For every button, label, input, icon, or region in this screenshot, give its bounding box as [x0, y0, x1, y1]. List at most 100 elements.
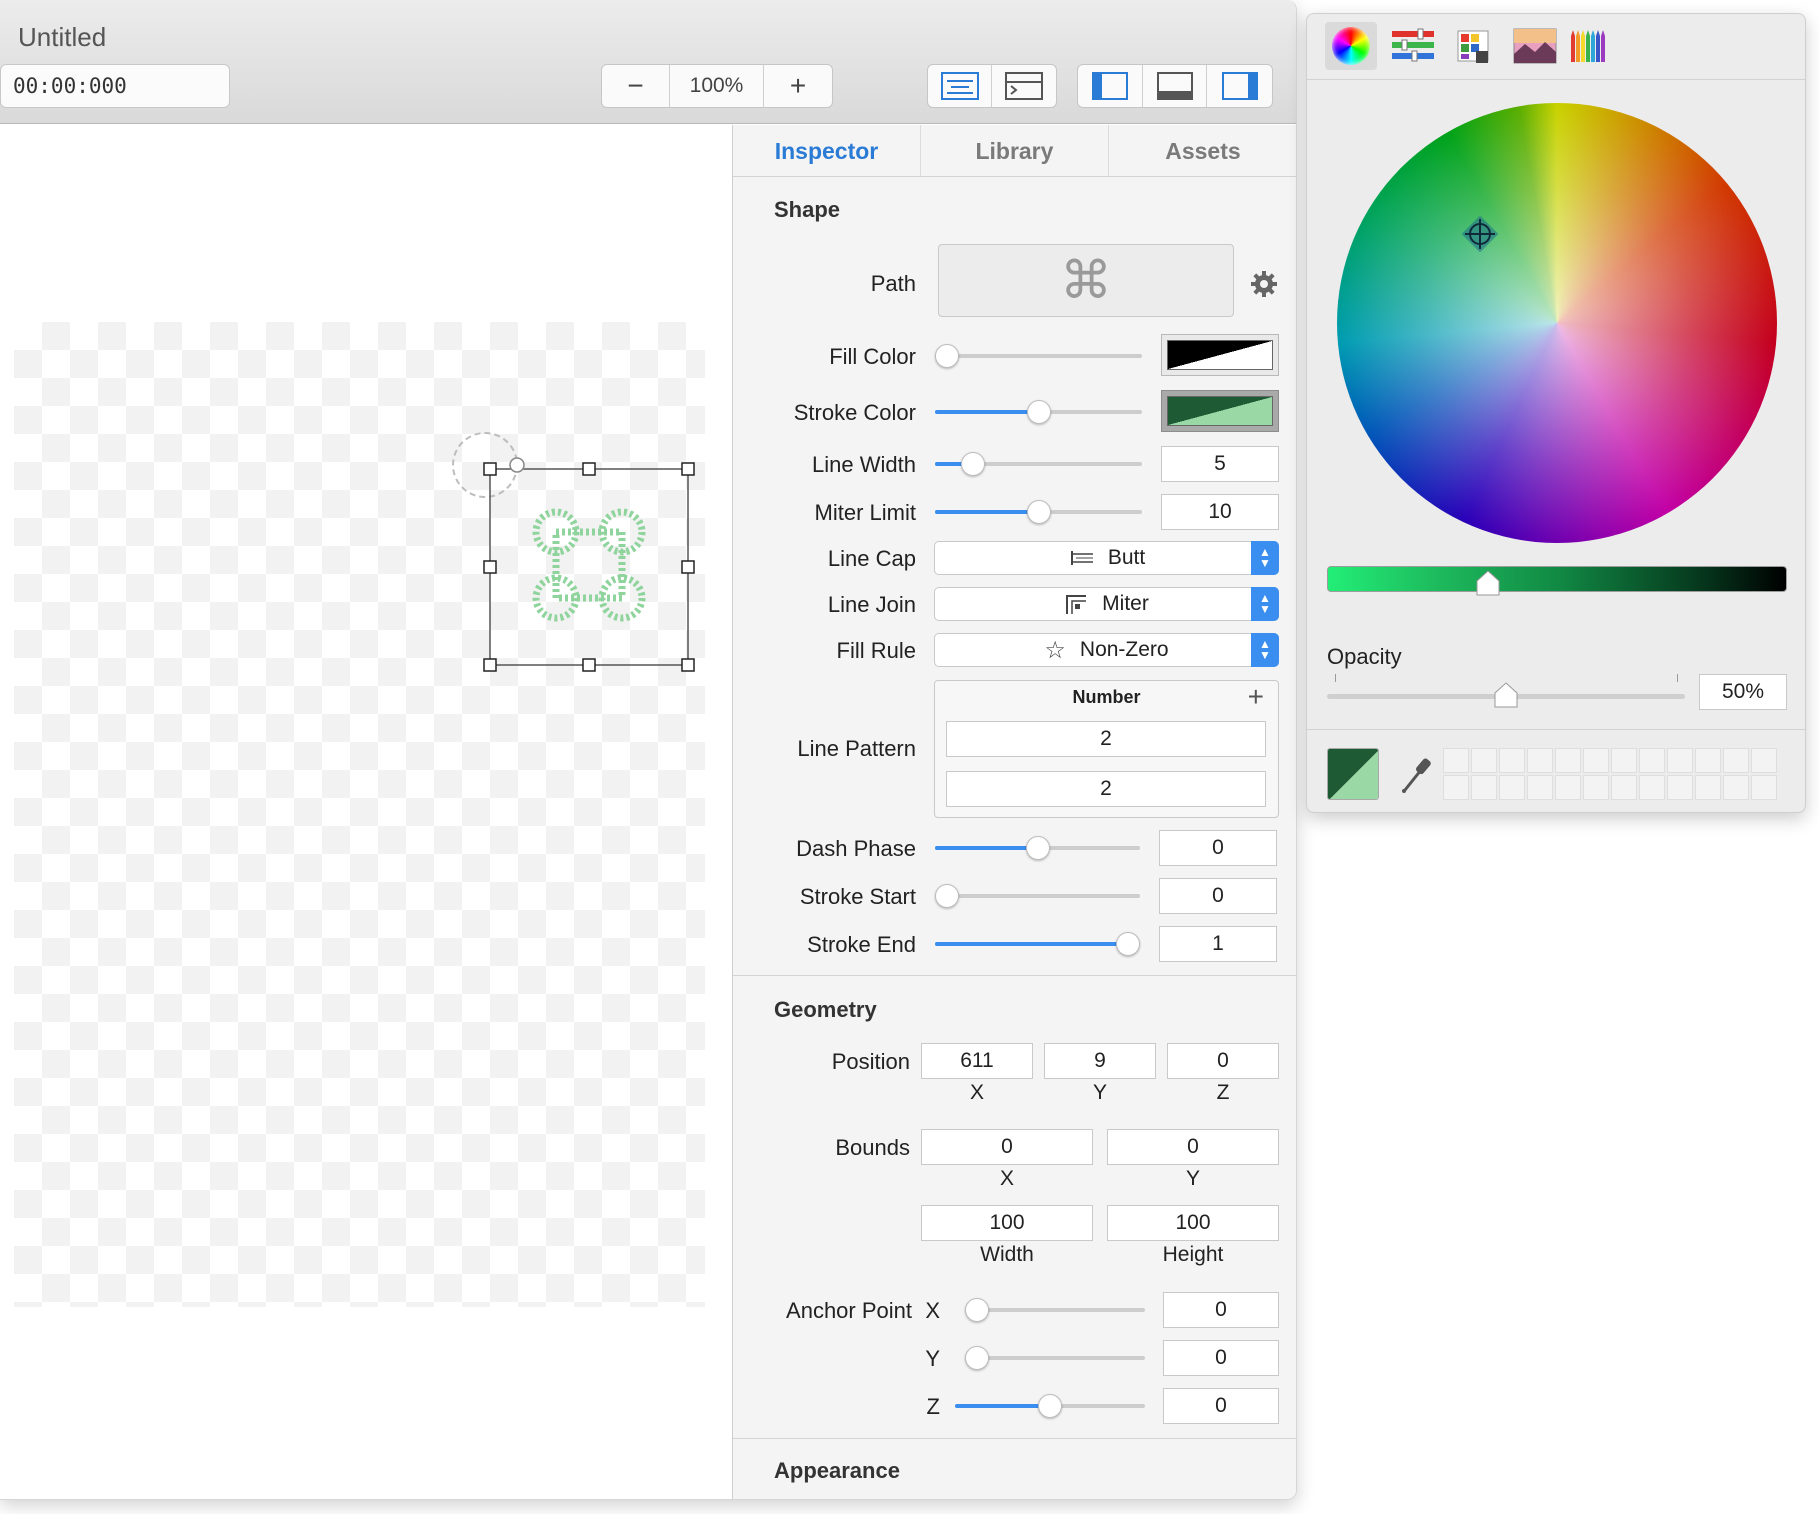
chevron-updown-icon: ▲ ▼	[1251, 541, 1279, 575]
empty-swatch[interactable]	[1527, 748, 1553, 773]
stroke-start-field[interactable]: 0	[1159, 878, 1277, 914]
empty-swatch[interactable]	[1639, 775, 1665, 800]
empty-swatch[interactable]	[1723, 748, 1749, 773]
color-wheel-icon	[1332, 27, 1370, 65]
image-palettes-tab[interactable]	[1509, 22, 1561, 70]
tab-inspector[interactable]: Inspector	[733, 125, 921, 176]
line-join-select[interactable]: Miter ▲ ▼	[934, 587, 1279, 621]
bounds-height-field[interactable]: 100	[1107, 1205, 1279, 1241]
line-width-slider[interactable]	[935, 451, 1142, 477]
fill-rule-value: Non-Zero	[1079, 638, 1169, 661]
empty-swatch[interactable]	[1555, 775, 1581, 800]
bounds-y-field[interactable]: 0	[1107, 1129, 1279, 1165]
empty-swatch[interactable]	[1723, 775, 1749, 800]
section-divider	[733, 1438, 1296, 1439]
color-wheel-tab[interactable]	[1325, 22, 1377, 70]
line-pattern-value[interactable]: 2	[946, 771, 1266, 807]
bounds-width-field[interactable]: 100	[921, 1205, 1093, 1241]
line-cap-select[interactable]: Butt ▲ ▼	[934, 541, 1279, 575]
right-panel-toggle[interactable]	[1207, 65, 1272, 107]
fill-color-well[interactable]	[1161, 334, 1279, 376]
add-pattern-button[interactable]: +	[1248, 681, 1264, 713]
fill-rule-select[interactable]: ☆ Non-Zero ▲ ▼	[934, 633, 1279, 667]
fill-color-slider[interactable]	[935, 343, 1142, 369]
stroke-end-field[interactable]: 1	[1159, 926, 1277, 962]
canvas-area[interactable]	[0, 125, 732, 1499]
anchor-z-field[interactable]: 0	[1163, 1388, 1279, 1424]
anchor-y-slider[interactable]	[965, 1345, 1145, 1371]
anchor-z-slider[interactable]	[955, 1393, 1145, 1419]
tab-assets[interactable]: Assets	[1109, 125, 1296, 176]
dash-phase-slider[interactable]	[935, 835, 1140, 861]
console-view-button[interactable]	[992, 65, 1056, 107]
brightness-slider-knob[interactable]	[1476, 570, 1500, 596]
timeline-view-button[interactable]	[928, 65, 992, 107]
bounds-height-caption: Height	[1162, 1243, 1224, 1266]
zoom-in-button[interactable]: +	[764, 65, 832, 107]
selected-shape[interactable]	[440, 425, 710, 675]
color-sliders-tab[interactable]	[1387, 22, 1439, 70]
empty-swatch[interactable]	[1471, 775, 1497, 800]
empty-swatch[interactable]	[1611, 748, 1637, 773]
empty-swatch[interactable]	[1499, 748, 1525, 773]
eyedropper-icon[interactable]	[1399, 754, 1433, 794]
brightness-slider[interactable]	[1327, 566, 1787, 592]
empty-swatch[interactable]	[1751, 748, 1777, 773]
empty-swatch[interactable]	[1471, 748, 1497, 773]
empty-swatch[interactable]	[1667, 775, 1693, 800]
anchor-x-field[interactable]: 0	[1163, 1292, 1279, 1328]
window-title: Untitled	[18, 22, 107, 52]
empty-swatch[interactable]	[1751, 775, 1777, 800]
position-z-field[interactable]: 0	[1167, 1043, 1279, 1079]
anchor-x-slider[interactable]	[965, 1297, 1145, 1323]
opacity-slider-knob[interactable]	[1494, 682, 1518, 708]
path-well[interactable]: ⌘	[938, 244, 1234, 317]
bottom-panel-toggle[interactable]	[1143, 65, 1208, 107]
bounds-width-caption: Width	[980, 1243, 1034, 1266]
stroke-color-slider[interactable]	[935, 399, 1142, 425]
empty-swatch[interactable]	[1555, 748, 1581, 773]
left-panel-toggle[interactable]	[1078, 65, 1143, 107]
stroke-end-slider[interactable]	[935, 931, 1140, 957]
empty-swatch[interactable]	[1583, 748, 1609, 773]
zoom-out-button[interactable]: −	[602, 65, 670, 107]
miter-limit-field[interactable]: 10	[1161, 494, 1279, 530]
current-color-icon	[1328, 749, 1378, 799]
timecode-field[interactable]: 00:00:000	[0, 64, 230, 108]
empty-swatch[interactable]	[1583, 775, 1609, 800]
stroke-color-well[interactable]	[1161, 390, 1279, 432]
panel-toggle-controls	[1077, 64, 1273, 108]
gear-icon[interactable]	[1250, 270, 1278, 298]
color-sliders-icon	[1392, 28, 1434, 62]
line-width-field[interactable]: 5	[1161, 446, 1279, 482]
empty-swatch[interactable]	[1611, 775, 1637, 800]
position-x-field[interactable]: 611	[921, 1043, 1033, 1079]
dash-phase-field[interactable]: 0	[1159, 830, 1277, 866]
color-wheel[interactable]	[1337, 103, 1777, 543]
crosshair-icon[interactable]	[1462, 216, 1498, 252]
empty-swatch[interactable]	[1443, 748, 1469, 773]
bounds-x-field[interactable]: 0	[921, 1129, 1093, 1165]
color-palettes-tab[interactable]	[1447, 22, 1499, 70]
current-color-swatch[interactable]	[1327, 748, 1379, 800]
empty-swatch[interactable]	[1695, 775, 1721, 800]
line-pattern-value[interactable]: 2	[946, 721, 1266, 757]
opacity-field[interactable]: 50%	[1699, 674, 1787, 710]
pencils-tab[interactable]	[1563, 22, 1615, 70]
empty-swatch[interactable]	[1667, 748, 1693, 773]
empty-swatch[interactable]	[1695, 748, 1721, 773]
empty-swatch[interactable]	[1527, 775, 1553, 800]
empty-swatch[interactable]	[1639, 748, 1665, 773]
position-y-field[interactable]: 9	[1044, 1043, 1156, 1079]
zoom-level[interactable]: 100%	[670, 65, 764, 107]
fill-color-label: Fill Color	[829, 344, 916, 369]
tab-library[interactable]: Library	[921, 125, 1109, 176]
anchor-y-field[interactable]: 0	[1163, 1340, 1279, 1376]
shape-section-title: Shape	[774, 197, 841, 222]
stroke-start-slider[interactable]	[935, 883, 1140, 909]
empty-swatch[interactable]	[1443, 775, 1469, 800]
miter-limit-slider[interactable]	[935, 499, 1142, 525]
color-picker-panel: Opacity 50%	[1306, 13, 1806, 813]
line-pattern-header: Number	[1072, 687, 1141, 707]
empty-swatch[interactable]	[1499, 775, 1525, 800]
